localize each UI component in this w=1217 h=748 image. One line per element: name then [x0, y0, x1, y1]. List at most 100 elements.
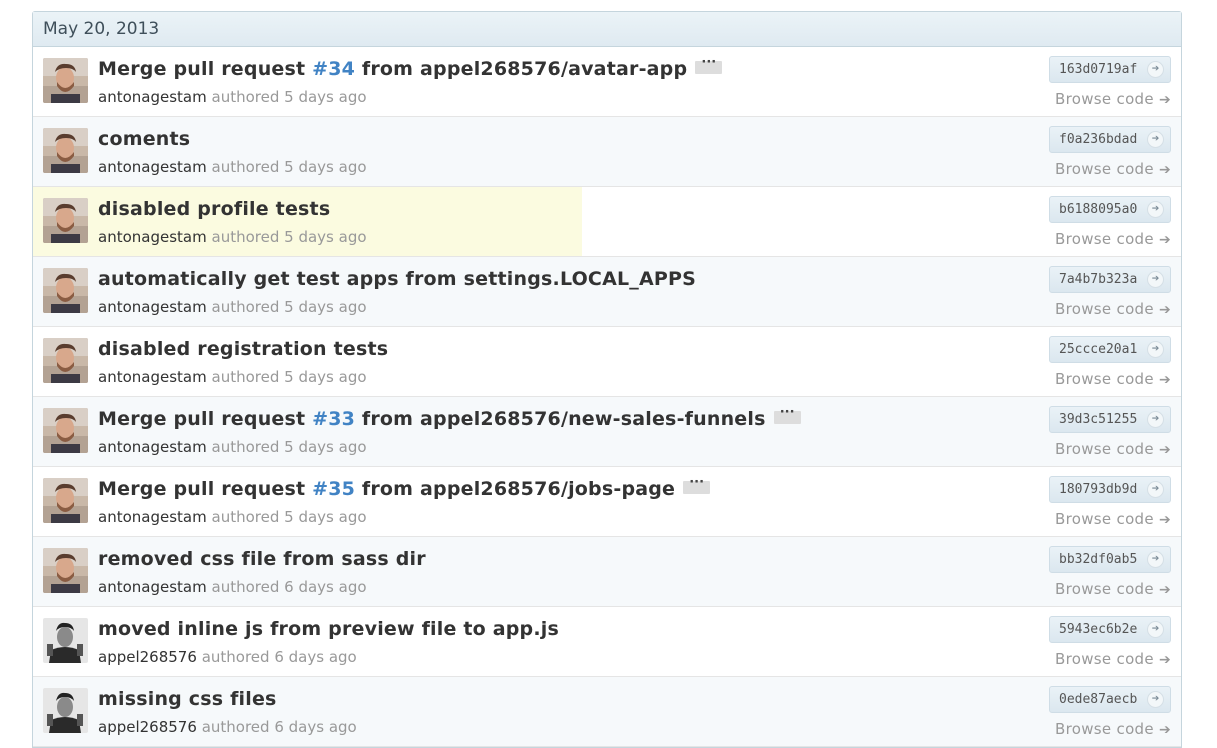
- commit-message-text[interactable]: Merge pull request: [98, 58, 312, 80]
- browse-code-link[interactable]: Browse code ➔: [1055, 230, 1171, 248]
- commit-sha-button[interactable]: f0a236bdad ➔: [1049, 126, 1171, 153]
- commit-message-text[interactable]: Merge pull request: [98, 478, 312, 500]
- commit-time: 5 days ago: [284, 88, 367, 106]
- avatar[interactable]: [43, 408, 88, 453]
- commit-time: 5 days ago: [284, 228, 367, 246]
- commit-message-suffix[interactable]: from appel268576/jobs-page: [355, 478, 675, 500]
- commit-time: 5 days ago: [284, 368, 367, 386]
- commit-sha-button[interactable]: 163d0719af ➔: [1049, 56, 1171, 83]
- commit-list: Merge pull request #34 from appel268576/…: [33, 47, 1181, 747]
- arrow-right-icon: ➔: [1158, 232, 1171, 248]
- browse-code-link[interactable]: Browse code ➔: [1055, 440, 1171, 458]
- commit-sha-button[interactable]: bb32df0ab5 ➔: [1049, 546, 1171, 573]
- commit-sha: b6188095a0: [1059, 202, 1138, 217]
- avatar[interactable]: [43, 548, 88, 593]
- browse-code-link[interactable]: Browse code ➔: [1055, 300, 1171, 318]
- author-link[interactable]: antonagestam: [98, 158, 207, 176]
- arrow-right-icon: ➔: [1158, 512, 1171, 528]
- commit-message-suffix[interactable]: from appel268576/avatar-app: [355, 58, 687, 80]
- avatar[interactable]: [43, 268, 88, 313]
- avatar[interactable]: [43, 688, 88, 733]
- authored-label: authored: [201, 648, 270, 666]
- browse-code-link[interactable]: Browse code ➔: [1055, 160, 1171, 178]
- expand-description-button[interactable]: ···: [773, 405, 801, 424]
- author-link[interactable]: antonagestam: [98, 228, 207, 246]
- browse-code-link[interactable]: Browse code ➔: [1055, 720, 1171, 738]
- commit-sha-button[interactable]: 25ccce20a1 ➔: [1049, 336, 1171, 363]
- commit-sha: bb32df0ab5: [1059, 552, 1138, 567]
- author-link[interactable]: antonagestam: [98, 508, 207, 526]
- browse-code-label: Browse code: [1055, 650, 1154, 668]
- commit-row: missing css files appel268576 authored 6 …: [33, 677, 1181, 747]
- commit-message-text[interactable]: coments: [98, 128, 190, 150]
- arrow-right-icon: ➔: [1158, 162, 1171, 178]
- ellipsis-icon: ···: [701, 55, 717, 70]
- commit-meta: antonagestam authored 5 days ago: [98, 368, 367, 386]
- avatar[interactable]: [43, 128, 88, 173]
- browse-code-link[interactable]: Browse code ➔: [1055, 370, 1171, 388]
- commit-message[interactable]: disabled registration tests: [98, 338, 388, 360]
- author-link[interactable]: appel268576: [98, 648, 197, 666]
- pull-request-link[interactable]: #34: [312, 58, 355, 80]
- commit-message-text[interactable]: automatically get test apps from setting…: [98, 268, 696, 290]
- commit-sha-button[interactable]: 0ede87aecb ➔: [1049, 686, 1171, 713]
- arrow-right-icon: ➔: [1158, 722, 1171, 738]
- author-link[interactable]: antonagestam: [98, 578, 207, 596]
- authored-label: authored: [211, 228, 280, 246]
- authored-label: authored: [211, 368, 280, 386]
- commit-message-text[interactable]: disabled registration tests: [98, 338, 388, 360]
- commit-row: Merge pull request #34 from appel268576/…: [33, 47, 1181, 117]
- commit-message[interactable]: removed css file from sass dir: [98, 548, 426, 570]
- commit-message-text[interactable]: removed css file from sass dir: [98, 548, 426, 570]
- commit-message-text[interactable]: moved inline js from preview file to app…: [98, 618, 559, 640]
- commit-message[interactable]: disabled profile tests: [98, 198, 330, 220]
- commit-message[interactable]: Merge pull request #33 from appel268576/…: [98, 405, 801, 430]
- expand-description-button[interactable]: ···: [695, 55, 723, 74]
- commit-message[interactable]: Merge pull request #35 from appel268576/…: [98, 475, 711, 500]
- commit-message[interactable]: automatically get test apps from setting…: [98, 268, 696, 290]
- browse-code-link[interactable]: Browse code ➔: [1055, 650, 1171, 668]
- commit-message[interactable]: missing css files: [98, 688, 277, 710]
- commit-sha-button[interactable]: 39d3c51255 ➔: [1049, 406, 1171, 433]
- author-link[interactable]: antonagestam: [98, 298, 207, 316]
- commit-message-text[interactable]: missing css files: [98, 688, 277, 710]
- authored-label: authored: [211, 508, 280, 526]
- commit-time: 5 days ago: [284, 438, 367, 456]
- commit-group-date: May 20, 2013: [33, 12, 1181, 47]
- commit-message-suffix[interactable]: from appel268576/new-sales-funnels: [355, 408, 766, 430]
- commit-message[interactable]: coments: [98, 128, 190, 150]
- avatar[interactable]: [43, 478, 88, 523]
- commit-group: May 20, 2013 Merge pull request #34 from…: [32, 11, 1182, 748]
- commit-sha: 25ccce20a1: [1059, 342, 1138, 357]
- pull-request-link[interactable]: #33: [312, 408, 355, 430]
- commit-sha-button[interactable]: 180793db9d ➔: [1049, 476, 1171, 503]
- avatar[interactable]: [43, 58, 88, 103]
- commit-sha-button[interactable]: 5943ec6b2e ➔: [1049, 616, 1171, 643]
- commit-sha: 163d0719af: [1059, 62, 1138, 77]
- browse-code-link[interactable]: Browse code ➔: [1055, 580, 1171, 598]
- authored-label: authored: [211, 578, 280, 596]
- browse-code-link[interactable]: Browse code ➔: [1055, 90, 1171, 108]
- commit-row: disabled profile tests antonagestam autho…: [33, 187, 1181, 257]
- avatar[interactable]: [43, 338, 88, 383]
- commit-sha-button[interactable]: 7a4b7b323a ➔: [1049, 266, 1171, 293]
- commit-meta: antonagestam authored 5 days ago: [98, 298, 367, 316]
- pull-request-link[interactable]: #35: [312, 478, 355, 500]
- commit-sha-button[interactable]: b6188095a0 ➔: [1049, 196, 1171, 223]
- commit-meta: antonagestam authored 5 days ago: [98, 228, 367, 246]
- browse-code-link[interactable]: Browse code ➔: [1055, 510, 1171, 528]
- commit-time: 6 days ago: [274, 648, 357, 666]
- commit-message[interactable]: moved inline js from preview file to app…: [98, 618, 559, 640]
- avatar[interactable]: [43, 198, 88, 243]
- arrow-right-icon: ➔: [1158, 372, 1171, 388]
- commit-message-text[interactable]: disabled profile tests: [98, 198, 330, 220]
- author-link[interactable]: antonagestam: [98, 88, 207, 106]
- commit-message[interactable]: Merge pull request #34 from appel268576/…: [98, 55, 723, 80]
- author-link[interactable]: antonagestam: [98, 368, 207, 386]
- expand-description-button[interactable]: ···: [683, 475, 711, 494]
- avatar[interactable]: [43, 618, 88, 663]
- commit-message-text[interactable]: Merge pull request: [98, 408, 312, 430]
- authored-label: authored: [211, 158, 280, 176]
- author-link[interactable]: antonagestam: [98, 438, 207, 456]
- ellipsis-icon: ···: [689, 475, 705, 490]
